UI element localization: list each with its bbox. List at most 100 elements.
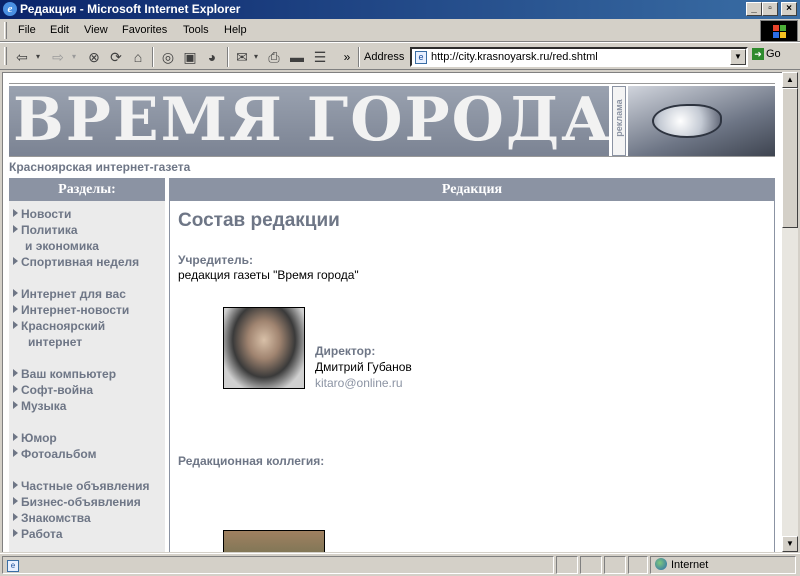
toolbar-grip[interactable] <box>4 22 7 39</box>
site-banner[interactable]: ВРЕМЯ ГОРОДА реклама <box>9 83 775 157</box>
toolbar-separator <box>152 47 154 67</box>
window-title: Редакция - Microsoft Internet Explorer <box>20 2 241 16</box>
address-label: Address <box>364 51 405 63</box>
site-subtitle: Красноярская интернет-газета <box>9 160 191 174</box>
minimize-button[interactable]: _ <box>746 2 762 16</box>
page-viewport: ВРЕМЯ ГОРОДА реклама Красноярская интерн… <box>2 72 782 552</box>
nav-item-music[interactable]: Музыка <box>13 399 66 413</box>
arrow-icon <box>13 321 18 329</box>
mail-dropdown-icon[interactable]: ▾ <box>251 48 261 66</box>
arrow-icon <box>13 305 18 313</box>
search-icon[interactable]: ◎ <box>158 48 178 66</box>
maximize-button[interactable]: ▫ <box>762 2 778 16</box>
nav-item-krasnoyarsk-internet[interactable]: Красноярский <box>13 319 105 333</box>
ad-banner-image[interactable] <box>628 86 775 156</box>
stop-icon[interactable]: ⊗ <box>84 48 104 66</box>
nav-item-business-ads[interactable]: Бизнес-объявления <box>13 495 141 509</box>
nav-item-jobs[interactable]: Работа <box>13 527 63 541</box>
nav-item-soft-war[interactable]: Софт-война <box>13 383 93 397</box>
globe-icon <box>655 558 667 570</box>
director-label: Директор: <box>315 344 376 358</box>
site-logo[interactable]: ВРЕМЯ ГОРОДА <box>9 86 609 156</box>
back-icon[interactable]: ⇦ <box>12 48 32 66</box>
nav-item-news[interactable]: Новости <box>13 207 71 221</box>
menu-edit[interactable]: Edit <box>50 24 69 36</box>
scroll-thumb[interactable] <box>782 88 798 228</box>
arrow-icon <box>13 513 18 521</box>
go-button[interactable]: ➜ Go <box>752 48 781 60</box>
back-dropdown-icon[interactable]: ▾ <box>33 48 43 66</box>
sections-sidebar: Разделы: Новости Политика и экономика Сп… <box>9 178 165 552</box>
scroll-down-icon[interactable]: ▼ <box>782 536 798 552</box>
arrow-icon <box>13 449 18 457</box>
page-title: Состав редакции <box>178 210 340 231</box>
director-email-link[interactable]: kitaro@online.ru <box>315 376 403 390</box>
nav-item-politics-cont[interactable]: и экономика <box>25 239 99 253</box>
toolbar-overflow-icon[interactable]: » <box>340 48 354 66</box>
status-text-panel: e <box>2 556 554 574</box>
nav-item-your-computer[interactable]: Ваш компьютер <box>13 367 116 381</box>
address-input[interactable]: http://city.krasnoyarsk.ru/red.shtml <box>431 51 598 63</box>
status-bar: e Internet <box>0 553 800 576</box>
security-zone-panel: Internet <box>650 556 796 574</box>
nav-item-photo-album[interactable]: Фотоальбом <box>13 447 96 461</box>
toolbar-grip[interactable] <box>4 47 7 65</box>
main-content: Редакция Состав редакции Учредитель: ред… <box>169 178 775 552</box>
close-button[interactable]: × <box>781 2 797 16</box>
editorial-board-label: Редакционная коллегия: <box>178 454 325 468</box>
menu-help[interactable]: Help <box>224 24 247 36</box>
menu-file[interactable]: File <box>18 24 36 36</box>
title-bar: e Редакция - Microsoft Internet Explorer… <box>0 0 800 19</box>
print-icon[interactable]: ⎙ <box>264 48 284 66</box>
status-panel <box>628 556 648 574</box>
address-bar[interactable]: e http://city.krasnoyarsk.ru/red.shtml ▼ <box>410 47 748 67</box>
menu-view[interactable]: View <box>84 24 108 36</box>
page-icon: e <box>415 51 427 64</box>
favorites-icon[interactable]: ▣ <box>180 48 200 66</box>
scroll-up-icon[interactable]: ▲ <box>782 72 798 88</box>
ad-label-text: реклама <box>614 99 624 137</box>
board-member-photo <box>223 530 325 552</box>
menu-tools[interactable]: Tools <box>183 24 209 36</box>
status-panel <box>604 556 626 574</box>
arrow-icon <box>13 257 18 265</box>
arrow-icon <box>13 433 18 441</box>
nav-item-politics[interactable]: Политика <box>13 223 78 237</box>
refresh-icon[interactable]: ⟳ <box>106 48 126 66</box>
founder-value: редакция газеты "Время города" <box>178 268 359 282</box>
nav-item-sport[interactable]: Спортивная неделя <box>13 255 139 269</box>
nav-item-private-ads[interactable]: Частные объявления <box>13 479 149 493</box>
windows-logo-icon <box>760 20 798 42</box>
director-name: Дмитрий Губанов <box>315 360 412 374</box>
address-dropdown-icon[interactable]: ▼ <box>730 49 746 65</box>
headlight-image <box>652 104 722 138</box>
edit-icon[interactable]: ▬ <box>287 48 307 66</box>
sections-heading: Разделы: <box>9 178 165 201</box>
nav-item-dating[interactable]: Знакомства <box>13 511 91 525</box>
discuss-icon[interactable]: ☰ <box>310 48 330 66</box>
history-icon[interactable]: ◕ <box>202 48 222 66</box>
forward-dropdown-icon[interactable]: ▾ <box>69 48 79 66</box>
toolbar-separator <box>227 47 229 67</box>
nav-item-internet-news[interactable]: Интернет-новости <box>13 303 129 317</box>
arrow-icon <box>13 225 18 233</box>
main-heading: Редакция <box>170 178 774 201</box>
ad-label: реклама <box>612 86 626 156</box>
founder-label: Учредитель: <box>178 253 253 267</box>
menu-favorites[interactable]: Favorites <box>122 24 167 36</box>
nav-item-krasnoyarsk-internet-cont[interactable]: интернет <box>28 335 82 349</box>
browser-window: e Редакция - Microsoft Internet Explorer… <box>0 0 800 576</box>
toolbar-separator <box>358 47 360 67</box>
mail-icon[interactable]: ✉ <box>233 48 251 66</box>
nav-item-internet-for-you[interactable]: Интернет для вас <box>13 287 126 301</box>
arrow-icon <box>13 369 18 377</box>
arrow-icon <box>13 529 18 537</box>
nav-item-humor[interactable]: Юмор <box>13 431 57 445</box>
arrow-icon <box>13 385 18 393</box>
home-icon[interactable]: ⌂ <box>128 48 148 66</box>
arrow-icon <box>13 497 18 505</box>
vertical-scrollbar[interactable]: ▲ ▼ <box>782 72 798 552</box>
forward-icon[interactable]: ⇨ <box>48 48 68 66</box>
arrow-icon <box>13 401 18 409</box>
arrow-icon <box>13 209 18 217</box>
